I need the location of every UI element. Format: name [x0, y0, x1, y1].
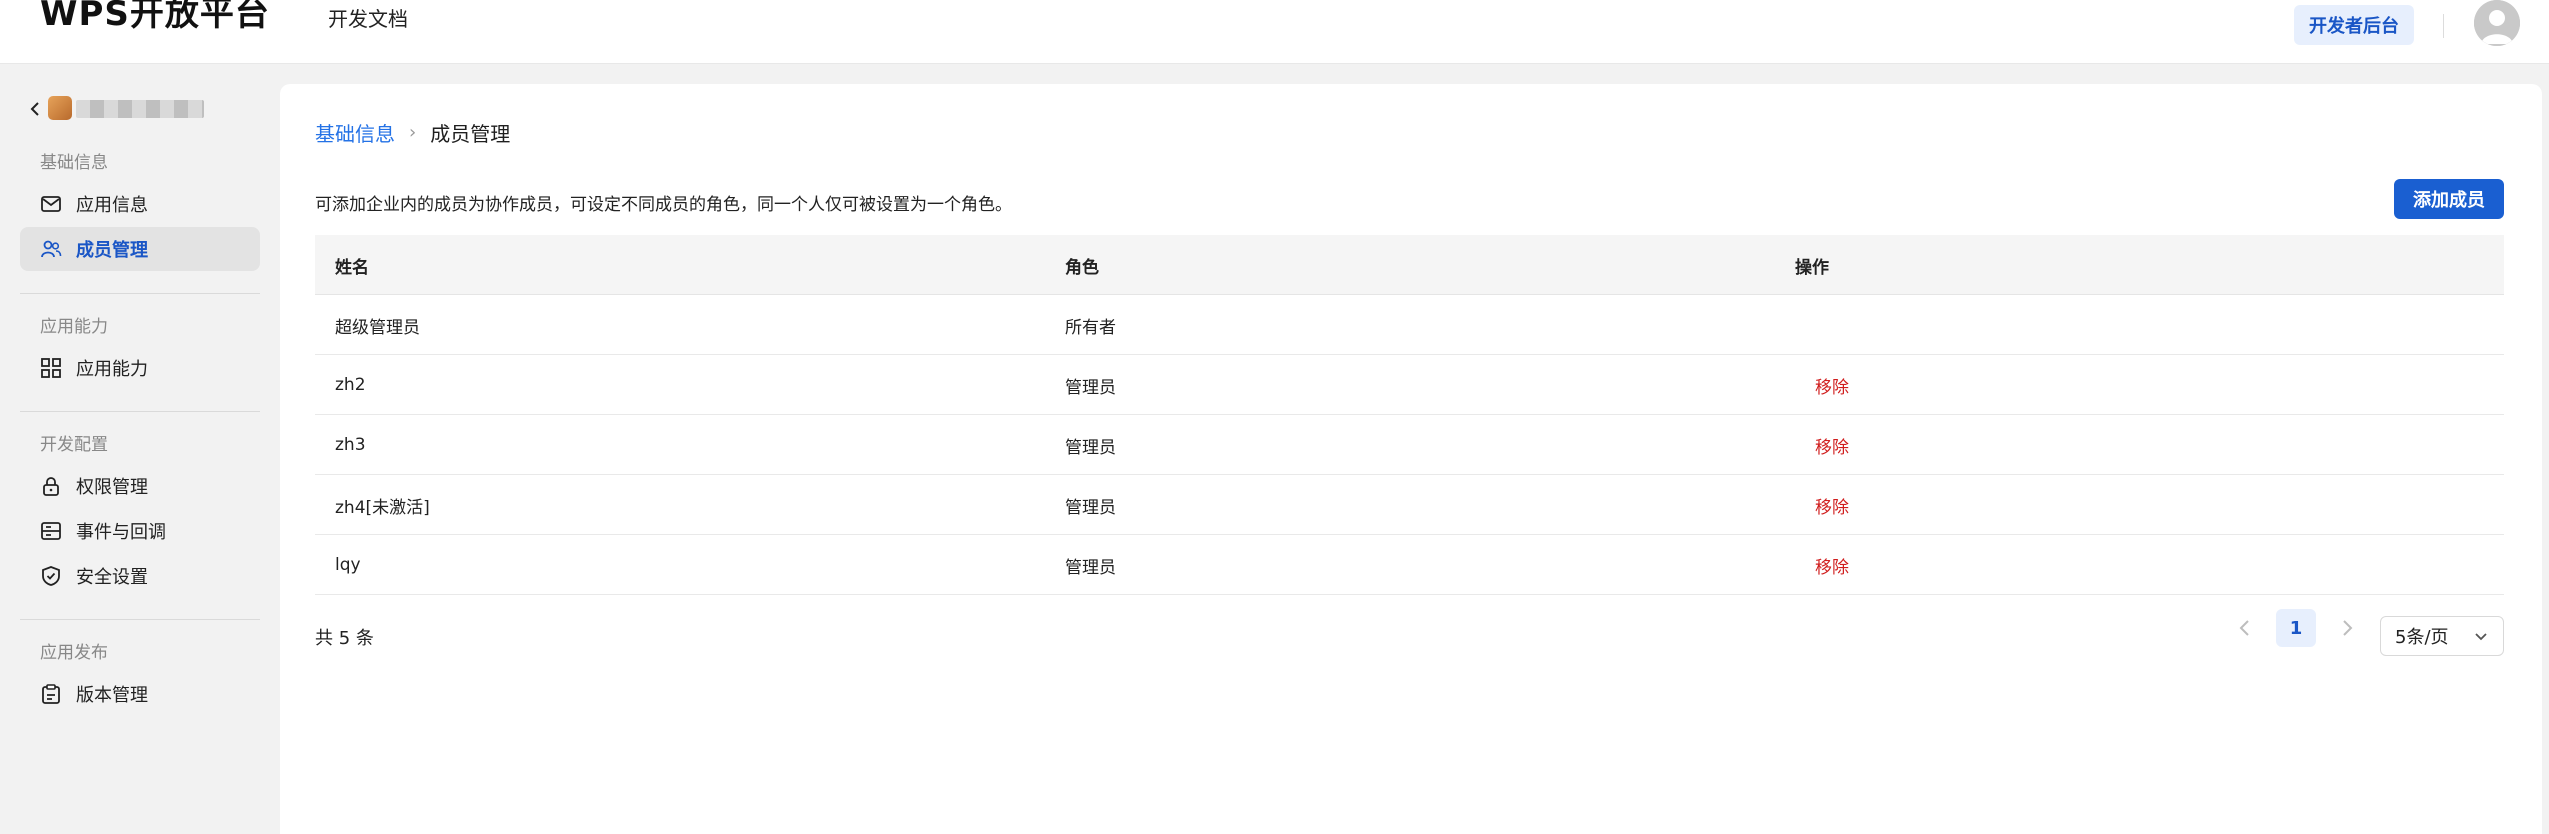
avatar-icon	[2474, 0, 2520, 46]
remove-member-button[interactable]: 移除	[1815, 373, 1849, 398]
app-name-redacted	[76, 100, 204, 118]
sidebar-item-label: 安全设置	[76, 567, 148, 588]
member-name: zh2	[335, 375, 366, 395]
sidebar-item-label: 应用信息	[76, 195, 148, 216]
chevron-left-icon	[2239, 620, 2249, 636]
chevron-right-icon	[2343, 620, 2353, 636]
column-header-name: 姓名	[335, 257, 369, 278]
sidebar-item-versions[interactable]: 版本管理	[20, 672, 260, 716]
sidebar-section-title: 基础信息	[40, 153, 108, 173]
remove-member-button[interactable]: 移除	[1815, 433, 1849, 458]
user-avatar[interactable]	[2474, 0, 2520, 46]
sidebar-item-events[interactable]: 事件与回调	[20, 509, 260, 553]
sidebar-item-permissions[interactable]: 权限管理	[20, 464, 260, 508]
next-page-button[interactable]	[2332, 613, 2362, 643]
breadcrumb-basic-info[interactable]: 基础信息	[315, 118, 395, 147]
table-header: 姓名 角色 操作	[315, 235, 2504, 295]
members-table: 姓名 角色 操作 超级管理员 所有者 zh2 管理员 移除 zh3 管理员 移除…	[315, 235, 2504, 595]
page-size-select[interactable]: 5条/页	[2380, 616, 2504, 656]
page-description: 可添加企业内的成员为协作成员，可设定不同成员的角色，同一个人仅可被设置为一个角色…	[315, 195, 1012, 215]
table-row: lqy 管理员 移除	[315, 535, 2504, 595]
header-divider	[2443, 14, 2444, 38]
page-size-value: 5条/页	[2395, 627, 2449, 648]
chevron-down-icon	[2475, 633, 2487, 641]
sidebar-item-label: 版本管理	[76, 685, 148, 706]
sidebar-divider	[20, 619, 260, 620]
member-role: 管理员	[1065, 497, 1116, 518]
member-name: zh3	[335, 435, 366, 455]
member-role: 管理员	[1065, 437, 1116, 458]
column-header-role: 角色	[1065, 257, 1099, 278]
remove-member-button[interactable]: 移除	[1815, 493, 1849, 518]
sidebar-item-members[interactable]: 成员管理	[20, 227, 260, 271]
chevron-left-icon	[30, 102, 39, 116]
event-icon	[41, 522, 61, 540]
prev-page-button[interactable]	[2230, 613, 2260, 643]
users-icon	[41, 240, 62, 258]
breadcrumb-current: 成员管理	[430, 122, 511, 146]
table-row: zh4[未激活] 管理员 移除	[315, 475, 2504, 535]
column-header-action: 操作	[1795, 257, 1829, 278]
developer-console-button[interactable]: 开发者后台	[2294, 5, 2414, 45]
back-button[interactable]	[26, 94, 46, 124]
total-count: 共 5 条	[315, 628, 374, 649]
member-role: 所有者	[1065, 317, 1116, 338]
sidebar-divider	[20, 411, 260, 412]
main-panel: 基础信息 › 成员管理 可添加企业内的成员为协作成员，可设定不同成员的角色，同一…	[280, 84, 2542, 834]
shield-icon	[42, 566, 60, 586]
remove-member-button[interactable]: 移除	[1815, 553, 1849, 578]
sidebar-item-label: 事件与回调	[76, 522, 166, 543]
sidebar-divider	[20, 293, 260, 294]
add-member-button[interactable]: 添加成员	[2394, 179, 2504, 219]
mail-icon	[41, 196, 61, 212]
chevron-right-icon: ›	[409, 122, 417, 143]
breadcrumb: 基础信息 › 成员管理	[315, 118, 510, 147]
sidebar-item-label: 成员管理	[76, 240, 148, 261]
sidebar-section-title: 应用能力	[40, 317, 108, 337]
sidebar-item-label: 应用能力	[76, 359, 148, 380]
member-role: 管理员	[1065, 377, 1116, 398]
grid-icon	[41, 358, 61, 378]
sidebar-item-capabilities[interactable]: 应用能力	[20, 346, 260, 390]
page-number-button[interactable]: 1	[2276, 609, 2316, 647]
table-row: 超级管理员 所有者	[315, 295, 2504, 355]
nav-dev-docs[interactable]: 开发文档	[328, 3, 408, 32]
pagination: 1	[2230, 609, 2362, 647]
wps-logo[interactable]: WPS开放平台	[40, 0, 270, 35]
member-name: 超级管理员	[335, 317, 420, 338]
sidebar-section-title: 应用发布	[40, 643, 108, 663]
app-icon	[48, 96, 72, 120]
sidebar-item-security[interactable]: 安全设置	[20, 554, 260, 598]
member-name: zh4[未激活]	[335, 497, 430, 518]
table-row: zh2 管理员 移除	[315, 355, 2504, 415]
sidebar: 基础信息 应用信息 成员管理 应用能力 应用能力 开发配置 权限管理 事件与回调…	[0, 64, 280, 834]
table-row: zh3 管理员 移除	[315, 415, 2504, 475]
sidebar-item-app-info[interactable]: 应用信息	[20, 182, 260, 226]
top-header: WPS开放平台 开发文档 开发者后台	[0, 0, 2549, 64]
clipboard-icon	[42, 684, 60, 704]
sidebar-section-title: 开发配置	[40, 435, 108, 455]
member-role: 管理员	[1065, 557, 1116, 578]
member-name: lqy	[335, 555, 361, 575]
sidebar-item-label: 权限管理	[76, 477, 148, 498]
lock-icon	[43, 477, 59, 496]
